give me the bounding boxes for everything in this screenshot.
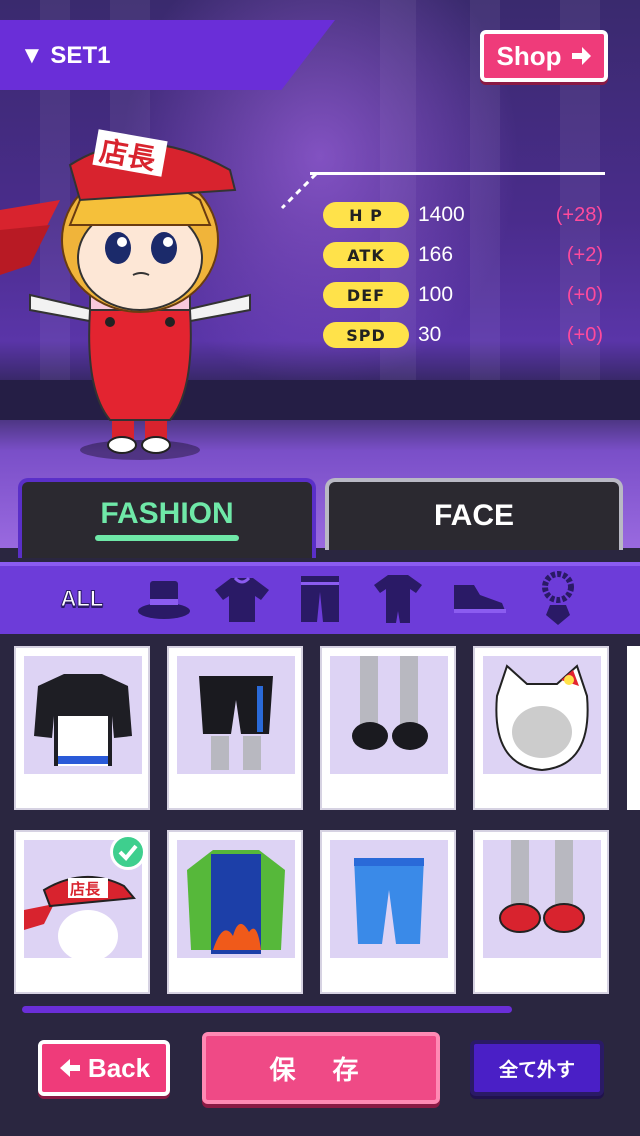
avatar-character: 店長: [0, 129, 251, 460]
item-card[interactable]: [167, 646, 303, 810]
tab-fashion-label: FASHION: [100, 497, 234, 530]
save-label: 保 存: [269, 1055, 373, 1086]
item-card[interactable]: [167, 830, 303, 994]
hat-icon: [138, 581, 190, 619]
stat-row-def: DEF 100 (+0): [323, 280, 603, 310]
remove-all-button[interactable]: 全て外す: [470, 1040, 604, 1096]
stat-row-atk: ATK 166 (+2): [323, 240, 603, 270]
stat-divider: [310, 172, 605, 175]
save-button[interactable]: 保 存: [202, 1032, 440, 1104]
black-shoes-image: [352, 656, 428, 750]
back-label: Back: [87, 1052, 151, 1083]
stat-bonus: (+2): [566, 243, 603, 266]
remove-all-label: 全て外す: [498, 1058, 575, 1081]
pants-icon: [301, 576, 339, 622]
tab-face[interactable]: FACE: [325, 478, 623, 550]
category-shoes[interactable]: [448, 572, 510, 626]
shirt-icon: [215, 576, 269, 622]
item-card[interactable]: [320, 830, 456, 994]
red-sneakers-image: [499, 840, 585, 933]
arrow-right-icon: [571, 47, 591, 65]
item-card[interactable]: [473, 830, 609, 994]
stat-name: DEF: [323, 282, 409, 308]
tab-face-label: FACE: [433, 499, 514, 532]
stat-name: ATK: [323, 242, 409, 268]
cap-text: 店長: [70, 880, 101, 898]
accessory-icon: [542, 571, 574, 625]
category-hat[interactable]: [132, 572, 196, 626]
stat-bonus: (+0): [566, 323, 603, 346]
category-outfit[interactable]: [368, 572, 428, 626]
stat-divider-dash: [280, 172, 318, 210]
shop-button[interactable]: Shop: [480, 30, 608, 82]
stat-value: 100: [418, 283, 454, 306]
item-card-partial[interactable]: [627, 646, 640, 810]
category-top[interactable]: [210, 572, 274, 626]
shoes-icon: [454, 585, 506, 613]
black-hoodie-image: [34, 674, 132, 766]
item-card[interactable]: [320, 646, 456, 810]
stat-name: H P: [323, 202, 409, 228]
tab-fashion[interactable]: FASHION: [18, 478, 316, 558]
set-label[interactable]: ▼ SET1: [20, 42, 110, 70]
category-accessory[interactable]: [530, 571, 586, 626]
stat-name: SPD: [323, 322, 409, 348]
tab-active-indicator: [95, 535, 239, 541]
stat-row-hp: H P 1400 (+28): [323, 200, 603, 230]
category-all[interactable]: ALL: [52, 572, 112, 626]
equipped-check-icon: [110, 834, 146, 870]
back-button[interactable]: Back: [38, 1040, 170, 1096]
stat-bonus: (+28): [555, 203, 603, 226]
item-card[interactable]: [14, 646, 150, 810]
outfit-icon: [374, 575, 422, 623]
stat-value: 1400: [418, 203, 465, 226]
kitty-hood-image: [495, 664, 589, 772]
stat-row-spd: SPD 30 (+0): [323, 320, 603, 350]
horizontal-scrollbar[interactable]: [22, 1006, 512, 1013]
stat-value: 166: [418, 243, 454, 266]
stat-value: 30: [418, 323, 442, 346]
blue-jeans-image: [354, 858, 424, 944]
item-card[interactable]: [473, 646, 609, 810]
shop-label: Shop: [496, 40, 562, 71]
arrow-left-icon: [59, 1059, 80, 1077]
black-shorts-image: [199, 676, 273, 770]
stat-bonus: (+0): [566, 283, 603, 306]
flame-jacket-image: [187, 850, 285, 954]
category-bottoms[interactable]: [290, 572, 350, 626]
